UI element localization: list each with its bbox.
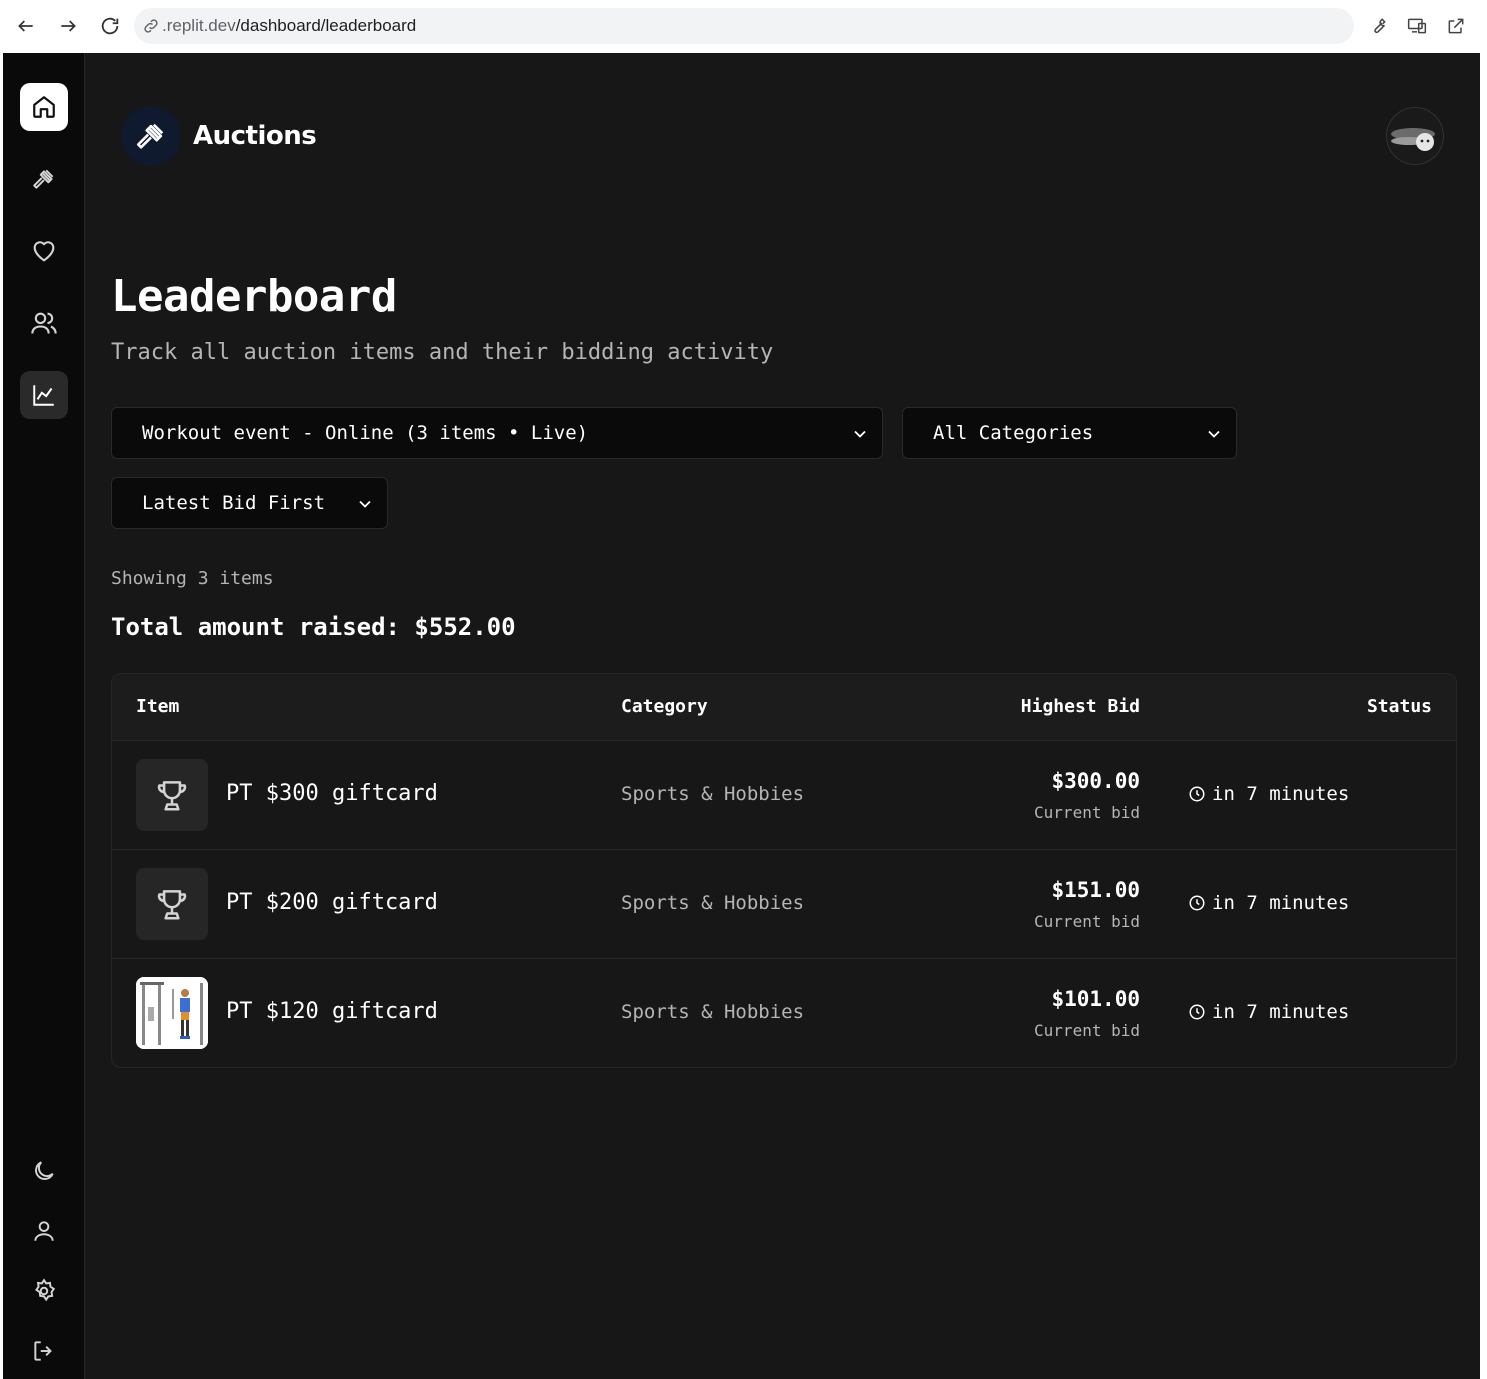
clock-icon	[1189, 786, 1205, 802]
devtools-button[interactable]	[1364, 12, 1392, 40]
browser-toolbar: .replit.dev/dashboard/leaderboard	[0, 0, 1487, 53]
avatar-image	[1387, 108, 1443, 164]
item-status: in 7 minutes	[1188, 783, 1349, 805]
open-new-tab-button[interactable]	[1442, 12, 1470, 40]
home-icon	[33, 96, 55, 118]
brand-badge	[121, 106, 181, 166]
url-path: /dashboard/leaderboard	[235, 16, 417, 35]
link-icon	[144, 19, 158, 33]
event-select-value: Workout event - Online (3 items • Live)	[142, 422, 589, 444]
sidebar-item-leaderboard[interactable]	[20, 371, 68, 419]
item-status: in 7 minutes	[1188, 1001, 1349, 1023]
external-link-icon	[1448, 18, 1464, 34]
forward-button[interactable]	[54, 12, 82, 40]
status-text: in 7 minutes	[1212, 783, 1350, 805]
header-highest-bid[interactable]: Highest Bid	[1021, 696, 1140, 717]
reload-button[interactable]	[96, 12, 124, 40]
reload-icon	[101, 17, 119, 35]
table-row[interactable]: PT $200 giftcard Sports & Hobbies $151.0…	[112, 850, 1456, 959]
item-thumbnail	[136, 977, 208, 1049]
gavel-icon	[33, 169, 54, 189]
chevron-down-icon	[854, 430, 866, 438]
event-select[interactable]: Workout event - Online (3 items • Live)	[111, 407, 883, 459]
user-icon	[34, 1221, 54, 1241]
settings-button[interactable]	[20, 1267, 68, 1315]
chart-icon	[33, 385, 54, 406]
profile-button[interactable]	[20, 1207, 68, 1255]
table-row[interactable]: PT $300 giftcard Sports & Hobbies $300.0…	[112, 741, 1456, 850]
page-title: Leaderboard	[111, 271, 397, 322]
item-thumbnail	[136, 868, 208, 940]
sort-select[interactable]: Latest Bid First	[111, 477, 388, 529]
sidebar-item-users[interactable]	[20, 299, 68, 347]
avatar[interactable]	[1386, 107, 1444, 165]
arrow-right-icon	[61, 20, 76, 32]
sidebar-item-home[interactable]	[20, 83, 68, 131]
trophy-icon	[157, 781, 187, 811]
leaderboard-table: Item Category Highest Bid Status PT $300…	[111, 673, 1457, 1068]
category-select-value: All Categories	[933, 422, 1094, 444]
brand[interactable]: Auctions	[121, 106, 317, 166]
back-button[interactable]	[12, 12, 40, 40]
item-category: Sports & Hobbies	[621, 892, 805, 914]
item-thumbnail	[136, 759, 208, 831]
settings-icon	[35, 1278, 56, 1302]
items-count: Showing 3 items	[111, 568, 274, 589]
item-bid: $101.00	[1051, 987, 1140, 1011]
table-header: Item Category Highest Bid Status	[112, 674, 1456, 741]
logout-button[interactable]	[20, 1327, 68, 1375]
status-text: in 7 minutes	[1212, 892, 1350, 914]
total-raised: Total amount raised: $552.00	[111, 613, 516, 641]
header-item[interactable]: Item	[136, 696, 179, 717]
item-status: in 7 minutes	[1188, 892, 1349, 914]
address-bar[interactable]: .replit.dev/dashboard/leaderboard	[134, 8, 1354, 44]
item-category: Sports & Hobbies	[621, 783, 805, 805]
main-content: Auctions Leaderboard Track all auction i…	[85, 53, 1480, 1379]
users-icon	[31, 312, 57, 334]
header-status[interactable]: Status	[1367, 696, 1432, 717]
sidebar-item-favorites[interactable]	[20, 227, 68, 275]
clock-icon	[1189, 1004, 1205, 1020]
wrench-icon	[1374, 18, 1386, 34]
sort-select-value: Latest Bid First	[142, 492, 326, 514]
gavel-icon	[136, 123, 164, 149]
bid-label: Current bid	[1034, 1021, 1140, 1040]
theme-toggle[interactable]	[20, 1147, 68, 1195]
chevron-down-icon	[359, 500, 371, 508]
bid-label: Current bid	[1034, 912, 1140, 931]
clock-icon	[1189, 895, 1205, 911]
item-name[interactable]: PT $120 giftcard	[226, 999, 438, 1024]
category-select[interactable]: All Categories	[902, 407, 1237, 459]
header-category[interactable]: Category	[621, 696, 708, 717]
table-row[interactable]: PT $120 giftcard Sports & Hobbies $101.0…	[112, 959, 1456, 1067]
moon-icon	[35, 1161, 54, 1180]
item-category: Sports & Hobbies	[621, 1001, 805, 1023]
arrow-left-icon	[18, 20, 33, 32]
sidebar	[3, 53, 85, 1379]
bid-label: Current bid	[1034, 803, 1140, 822]
chevron-down-icon	[1208, 430, 1220, 438]
item-bid: $300.00	[1051, 769, 1140, 793]
item-name[interactable]: PT $300 giftcard	[226, 781, 438, 806]
devices-icon	[1407, 18, 1427, 34]
item-bid: $151.00	[1051, 878, 1140, 902]
sidebar-item-auctions[interactable]	[20, 155, 68, 203]
brand-title: Auctions	[193, 121, 317, 151]
status-text: in 7 minutes	[1212, 1001, 1350, 1023]
heart-icon	[33, 241, 55, 262]
item-name[interactable]: PT $200 giftcard	[226, 890, 438, 915]
devices-button[interactable]	[1403, 12, 1431, 40]
trophy-icon	[157, 890, 187, 920]
app-window: Auctions Leaderboard Track all auction i…	[3, 53, 1480, 1379]
gym-photo-image	[136, 977, 208, 1049]
url-host: .replit.dev	[162, 16, 236, 35]
logout-icon	[34, 1341, 52, 1361]
page-subtitle: Track all auction items and their biddin…	[111, 340, 774, 365]
